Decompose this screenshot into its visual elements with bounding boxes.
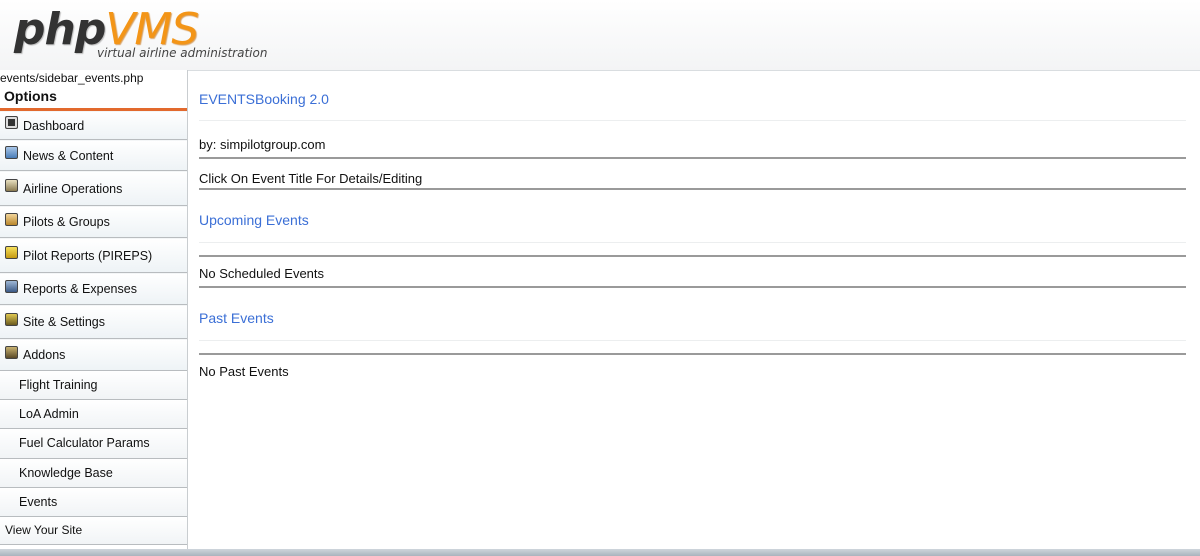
byline: by: simpilotgroup.com — [199, 121, 1186, 159]
pilots-icon — [5, 212, 18, 226]
sidebar-item-pilots-groups[interactable]: Pilots & Groups — [0, 206, 187, 238]
sidebar-item-label: News & Content — [23, 148, 114, 163]
sidebar-item-reports-expenses[interactable]: Reports & Expenses — [0, 273, 187, 305]
bottom-bar — [0, 549, 1200, 556]
sidebar-item-pireps[interactable]: Pilot Reports (PIREPS) — [0, 238, 187, 273]
logo-php-text: php — [14, 4, 106, 55]
logo-tagline: virtual airline administration — [97, 46, 268, 60]
sidebar-item-site-settings[interactable]: Site & Settings — [0, 305, 187, 339]
main-content: EVENTSBooking 2.0 by: simpilotgroup.com … — [199, 70, 1186, 386]
news-icon — [5, 146, 18, 159]
divider — [199, 243, 1186, 257]
addons-icon — [5, 345, 18, 359]
past-empty-message: No Past Events — [199, 364, 289, 379]
sidebar-item-airline-operations[interactable]: Airline Operations — [0, 171, 187, 206]
sidebar-item-label: Airline Operations — [23, 181, 123, 196]
addon-item-events[interactable]: Events — [0, 487, 187, 517]
pireps-icon — [5, 246, 18, 259]
reports-icon — [5, 279, 18, 293]
upcoming-events-heading: Upcoming Events — [199, 190, 1186, 243]
sidebar-item-news-content[interactable]: News & Content — [0, 140, 187, 171]
addon-item-fuel-calculator-params[interactable]: Fuel Calculator Params — [0, 429, 187, 459]
sidebar-item-label: Addons — [23, 348, 66, 362]
addon-item-loa-admin[interactable]: LoA Admin — [0, 400, 187, 430]
sidebar-path: events/sidebar_events.php — [0, 71, 144, 85]
page-title: EVENTSBooking 2.0 — [199, 70, 1186, 121]
sidebar: events/sidebar_events.php Options Dashbo… — [0, 70, 188, 556]
airline-icon — [5, 179, 18, 192]
sidebar-item-label: Dashboard — [23, 118, 85, 133]
sidebar-item-label: Reports & Expenses — [23, 282, 137, 296]
sidebar-item-dashboard[interactable]: Dashboard — [0, 111, 187, 140]
sidebar-item-addons[interactable]: Addons — [0, 339, 187, 371]
sidebar-item-label: Pilots & Groups — [23, 215, 110, 229]
header: phpVMS virtual airline administration — [0, 0, 1200, 71]
sidebar-item-label: Pilot Reports (PIREPS) — [23, 248, 153, 263]
upcoming-empty-message: No Scheduled Events — [199, 257, 1186, 288]
sidebar-item-label: Site & Settings — [23, 315, 105, 329]
past-events-heading: Past Events — [199, 288, 1186, 341]
addon-item-flight-training[interactable]: Flight Training — [0, 371, 187, 401]
divider — [199, 341, 1186, 355]
dashboard-icon — [5, 116, 18, 129]
instruction-text: Click On Event Title For Details/Editing — [199, 159, 1186, 190]
addon-item-knowledge-base[interactable]: Knowledge Base — [0, 458, 187, 488]
view-your-site-link[interactable]: View Your Site — [0, 516, 187, 545]
settings-icon — [5, 312, 18, 326]
options-title: Options — [0, 85, 187, 111]
